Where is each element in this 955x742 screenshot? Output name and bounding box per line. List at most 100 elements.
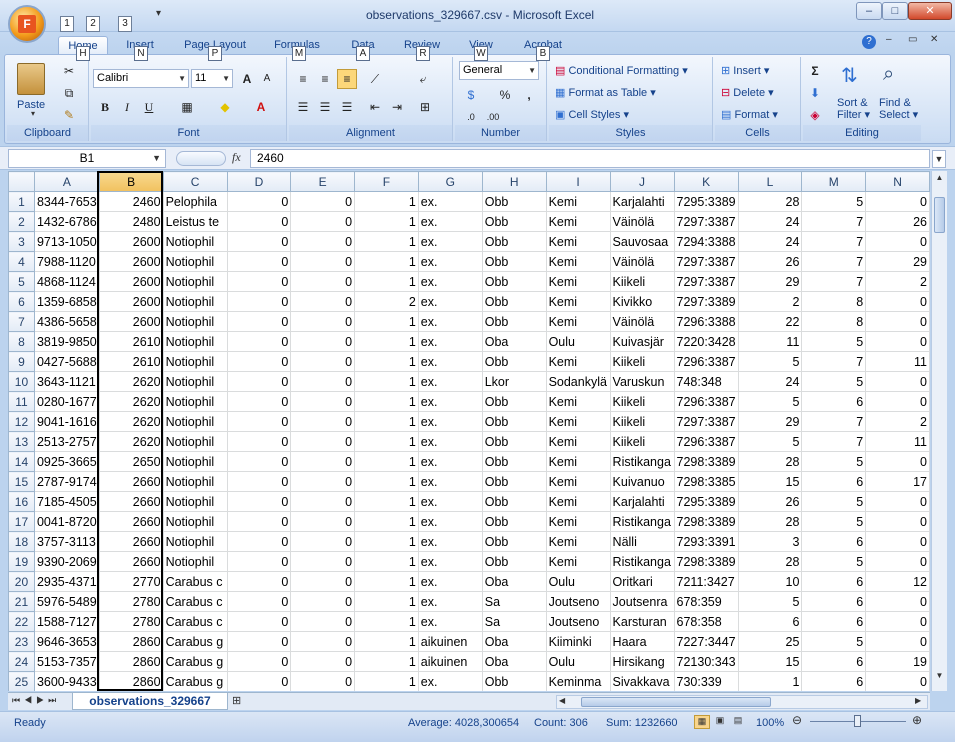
row-header[interactable]: 6 <box>8 291 35 312</box>
cell-n19[interactable]: 0 <box>865 551 930 572</box>
row-header[interactable]: 3 <box>8 231 35 252</box>
cell-g16[interactable]: ex. <box>417 491 483 512</box>
cell-a2[interactable]: 1432-6786 <box>33 211 100 232</box>
cell-k18[interactable]: 7293:3391 <box>673 531 739 552</box>
decrease-indent-icon[interactable]: ⇤ <box>365 97 385 117</box>
cell-c7[interactable]: Notiophil <box>162 311 228 332</box>
cell-a12[interactable]: 9041-1616 <box>33 411 100 432</box>
column-header-c[interactable]: C <box>162 171 228 192</box>
cell-j14[interactable]: Ristikanga <box>609 451 675 472</box>
cell-e7[interactable]: 0 <box>290 311 356 332</box>
cell-b15[interactable]: 2660 <box>98 471 164 492</box>
cell-m9[interactable]: 7 <box>801 351 867 372</box>
cell-m1[interactable]: 5 <box>801 191 867 212</box>
cell-a19[interactable]: 9390-2069 <box>33 551 100 572</box>
cell-e1[interactable]: 0 <box>290 191 356 212</box>
cell-m7[interactable]: 8 <box>801 311 867 332</box>
scroll-right-icon[interactable]: ▶ <box>915 696 921 705</box>
vertical-scroll-thumb[interactable] <box>934 197 945 233</box>
cell-f17[interactable]: 1 <box>354 511 419 532</box>
cell-d2[interactable]: 0 <box>226 211 292 232</box>
cell-a20[interactable]: 2935-4371 <box>33 571 100 592</box>
cell-e21[interactable]: 0 <box>290 591 356 612</box>
cell-h20[interactable]: Oba <box>481 571 547 592</box>
cell-d12[interactable]: 0 <box>226 411 292 432</box>
cell-h8[interactable]: Oba <box>481 331 547 352</box>
cell-b19[interactable]: 2660 <box>98 551 164 572</box>
cell-h4[interactable]: Obb <box>481 251 547 272</box>
office-button[interactable]: F <box>8 5 46 43</box>
cell-a13[interactable]: 2513-2757 <box>33 431 100 452</box>
cell-k4[interactable]: 7297:3387 <box>673 251 739 272</box>
cell-j15[interactable]: Kuivanuo <box>609 471 675 492</box>
cell-styles-button[interactable]: ▣ Cell Styles ▾ <box>555 105 711 125</box>
cell-a3[interactable]: 9713-1050 <box>33 231 100 252</box>
cell-c16[interactable]: Notiophil <box>162 491 228 512</box>
cell-e9[interactable]: 0 <box>290 351 356 372</box>
cell-b23[interactable]: 2860 <box>98 631 164 652</box>
cell-g7[interactable]: ex. <box>417 311 483 332</box>
cell-d23[interactable]: 0 <box>226 631 292 652</box>
cell-h9[interactable]: Obb <box>481 351 547 372</box>
cell-h10[interactable]: Lkor <box>481 371 547 392</box>
cell-l21[interactable]: 5 <box>737 591 803 612</box>
cell-f24[interactable]: 1 <box>354 651 419 672</box>
format-cells-button[interactable]: ▤ Format ▾ <box>721 105 778 125</box>
comma-button[interactable]: , <box>519 85 539 105</box>
cell-m10[interactable]: 5 <box>801 371 867 392</box>
cell-g12[interactable]: ex. <box>417 411 483 432</box>
cell-c8[interactable]: Notiophil <box>162 331 228 352</box>
row-header[interactable]: 2 <box>8 211 35 232</box>
cell-l11[interactable]: 5 <box>737 391 803 412</box>
font-name-combo[interactable]: Calibri ▼ <box>93 69 189 88</box>
qat-keytip-3[interactable]: 3 <box>118 16 132 32</box>
cell-a17[interactable]: 0041-8720 <box>33 511 100 532</box>
cell-l15[interactable]: 15 <box>737 471 803 492</box>
row-header[interactable]: 19 <box>8 551 35 572</box>
row-header[interactable]: 8 <box>8 331 35 352</box>
cell-l17[interactable]: 28 <box>737 511 803 532</box>
cell-d11[interactable]: 0 <box>226 391 292 412</box>
cell-n14[interactable]: 0 <box>865 451 930 472</box>
cell-j16[interactable]: Karjalahti <box>609 491 675 512</box>
cell-k12[interactable]: 7297:3387 <box>673 411 739 432</box>
cell-i8[interactable]: Oulu <box>545 331 611 352</box>
cell-a9[interactable]: 0427-5688 <box>33 351 100 372</box>
cell-f23[interactable]: 1 <box>354 631 419 652</box>
column-header-e[interactable]: E <box>290 171 356 192</box>
cell-j18[interactable]: Nälli <box>609 531 675 552</box>
shrink-font-button[interactable]: A <box>257 69 277 89</box>
cell-k9[interactable]: 7296:3387 <box>673 351 739 372</box>
formula-input[interactable]: 2460 <box>250 149 930 168</box>
cell-h16[interactable]: Obb <box>481 491 547 512</box>
row-header[interactable]: 7 <box>8 311 35 332</box>
cell-n25[interactable]: 0 <box>865 671 930 691</box>
zoom-in-icon[interactable]: ⊕ <box>912 713 922 727</box>
cell-d21[interactable]: 0 <box>226 591 292 612</box>
cell-f11[interactable]: 1 <box>354 391 419 412</box>
qat-customize-icon[interactable]: ▾ <box>156 8 161 19</box>
cell-k19[interactable]: 7298:3389 <box>673 551 739 572</box>
cell-l13[interactable]: 5 <box>737 431 803 452</box>
cell-l4[interactable]: 26 <box>737 251 803 272</box>
cell-d18[interactable]: 0 <box>226 531 292 552</box>
horizontal-scroll-thumb[interactable] <box>581 697 771 707</box>
cell-l16[interactable]: 26 <box>737 491 803 512</box>
cell-c14[interactable]: Notiophil <box>162 451 228 472</box>
cell-g23[interactable]: aikuinen <box>417 631 483 652</box>
cell-k7[interactable]: 7296:3388 <box>673 311 739 332</box>
cell-k14[interactable]: 7298:3389 <box>673 451 739 472</box>
delete-cells-button[interactable]: ⊟ Delete ▾ <box>721 83 774 103</box>
cell-e3[interactable]: 0 <box>290 231 356 252</box>
cell-c21[interactable]: Carabus c <box>162 591 228 612</box>
number-format-combo[interactable]: General ▼ <box>459 61 539 80</box>
cell-l9[interactable]: 5 <box>737 351 803 372</box>
borders-icon[interactable]: ▦ <box>177 97 197 117</box>
row-header[interactable]: 17 <box>8 511 35 532</box>
bold-button[interactable]: B <box>95 97 115 117</box>
cell-i2[interactable]: Kemi <box>545 211 611 232</box>
cell-d1[interactable]: 0 <box>226 191 292 212</box>
scroll-left-icon[interactable]: ◀ <box>559 696 565 705</box>
cell-j22[interactable]: Karsturan <box>609 611 675 632</box>
cell-g4[interactable]: ex. <box>417 251 483 272</box>
